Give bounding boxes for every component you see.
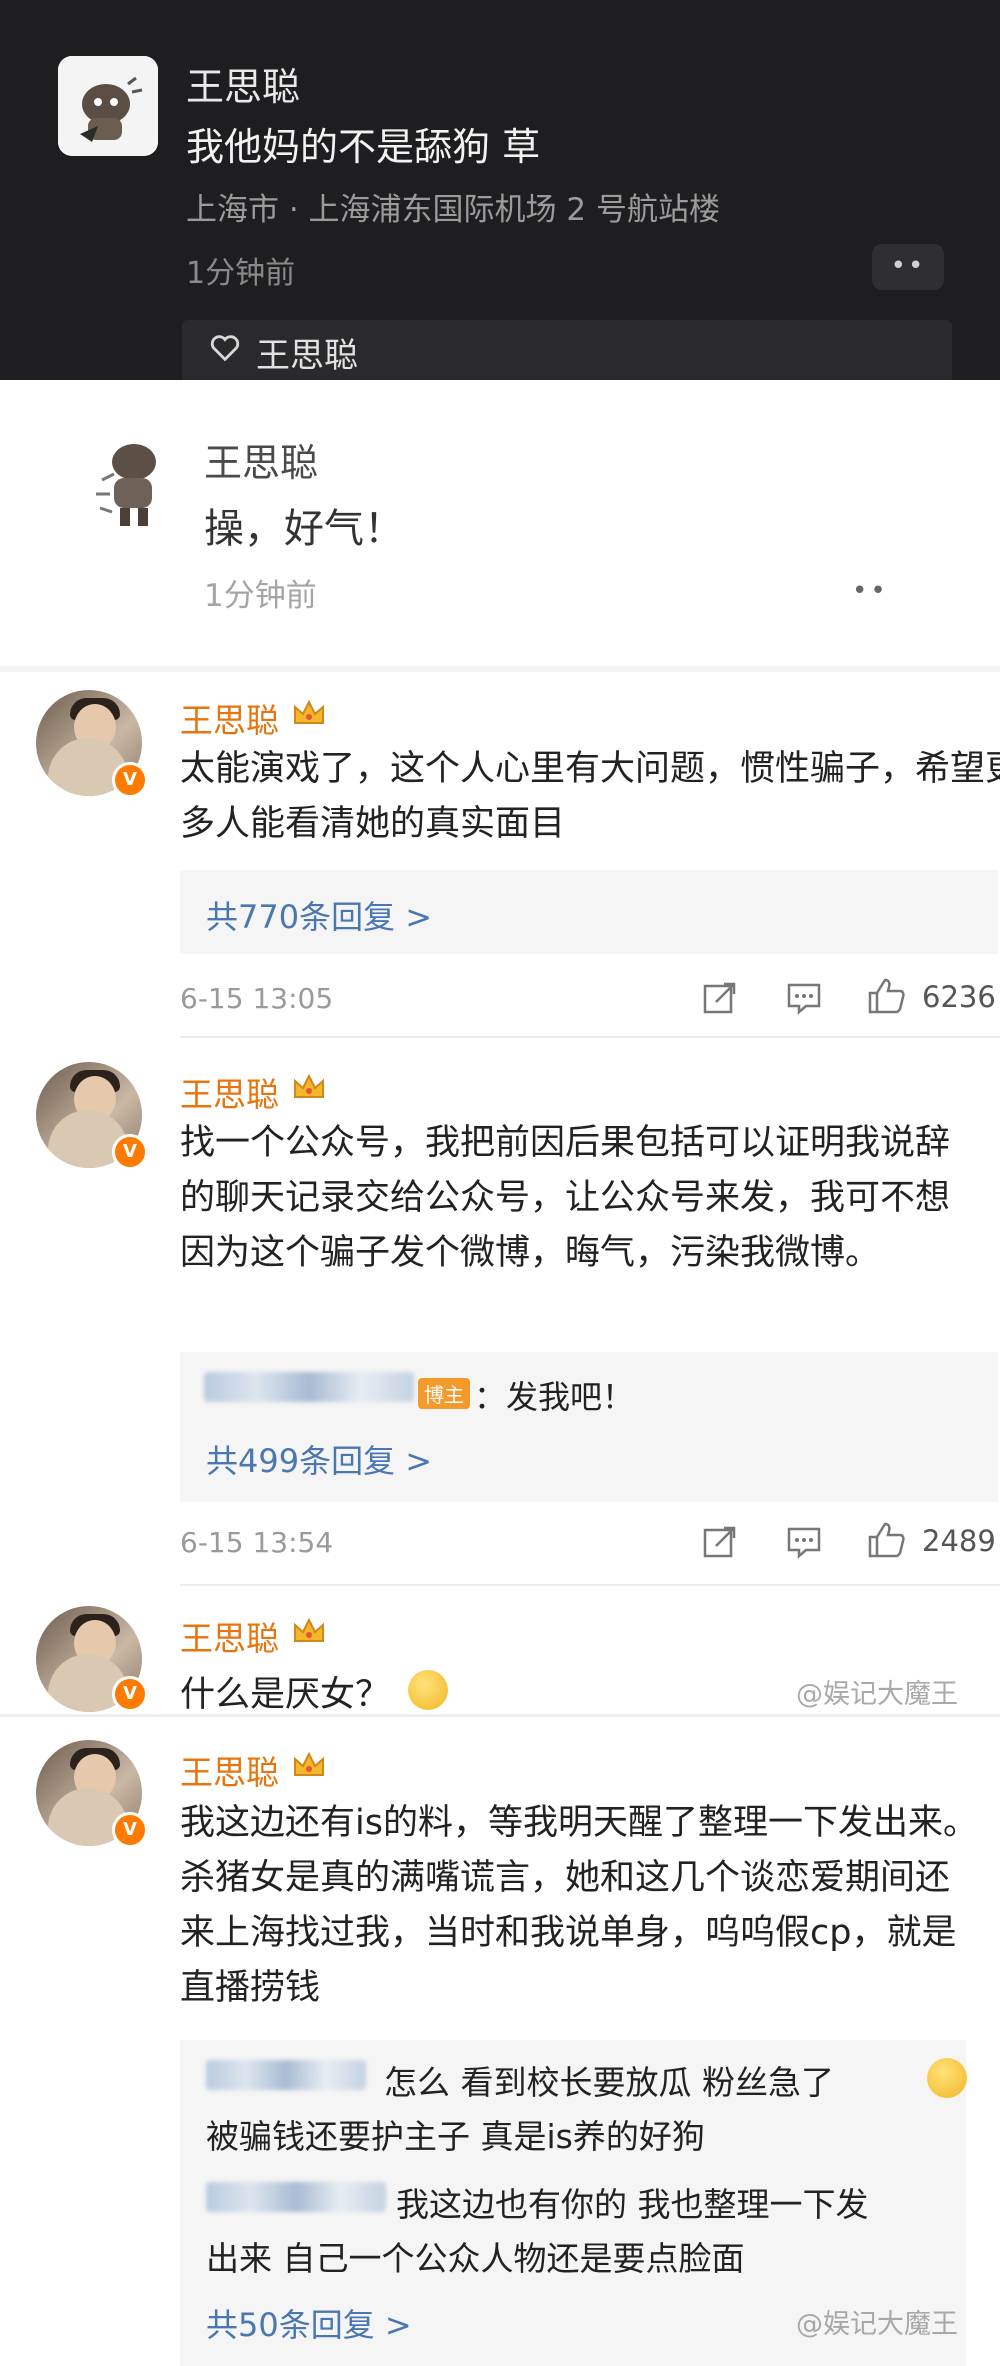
- thinking-emoji-icon: [408, 1670, 448, 1710]
- thumbs-up-icon[interactable]: [866, 976, 906, 1016]
- blurred-username: [206, 2060, 366, 2094]
- comment-icon[interactable]: [784, 1522, 824, 1562]
- comment-text: 我这边还有is的料，等我明天醒了整理一下发出来。杀猪女是真的满嘴谎言，她和这几个…: [180, 1803, 978, 2008]
- comment-icon[interactable]: [784, 978, 824, 1018]
- comment-text: 太能演戏了，这个人心里有大问题，惯性骗子，希望更多人能看清她的真实面目: [180, 749, 1000, 844]
- comment-time: 6-15 13:05: [180, 982, 334, 1015]
- crown-icon: [294, 1073, 324, 1098]
- commenter-name[interactable]: 王思聪: [180, 1068, 279, 1116]
- crown-icon: [294, 1617, 324, 1642]
- comment-text: 什么是厌女？: [180, 1675, 391, 1715]
- verified-badge-icon: V: [112, 762, 148, 798]
- dark-post-location[interactable]: 上海市 · 上海浦东国际机场 2 号航站楼: [186, 184, 720, 229]
- reply-text: 被骗钱还要护主子 真是is养的好狗: [206, 2117, 705, 2156]
- dark-post-time: 1分钟前: [186, 256, 296, 291]
- thinking-emoji-icon: [927, 2058, 968, 2098]
- heart-icon: [210, 335, 240, 362]
- section-divider: [0, 1714, 1000, 1717]
- more-options-button[interactable]: ••: [852, 576, 889, 606]
- blurred-username: [204, 1372, 414, 1406]
- commenter-name[interactable]: 王思聪: [180, 694, 279, 742]
- section-divider: [0, 666, 1000, 672]
- blurred-username: [206, 2182, 386, 2216]
- view-replies-link[interactable]: 共499条回复 >: [206, 1436, 432, 1482]
- share-icon[interactable]: [700, 1522, 740, 1562]
- view-replies-link[interactable]: 共770条回复 >: [206, 892, 432, 938]
- faded-comment-author[interactable]: 王思聪: [204, 432, 318, 487]
- comment-separator: [180, 1584, 1000, 1586]
- verified-badge-icon: V: [112, 1134, 148, 1170]
- crown-icon: [294, 699, 324, 724]
- faded-comment-text: 操，好气！: [204, 506, 404, 552]
- reply-text: 怎么 看到校长要放瓜 粉丝急了: [384, 2063, 834, 2102]
- share-icon[interactable]: [700, 978, 740, 1018]
- commenter-name[interactable]: 王思聪: [180, 1612, 279, 1660]
- reply-text: 我这边也有你的 我也整理一下发: [396, 2185, 869, 2224]
- dark-post-avatar[interactable]: [58, 56, 158, 156]
- verified-badge-icon: V: [112, 1812, 148, 1848]
- thumbs-up-icon[interactable]: [866, 1520, 906, 1560]
- faded-comment-time: 1分钟前: [204, 578, 317, 614]
- cartoon-avatar-icon[interactable]: [72, 420, 192, 540]
- cartoon-avatar-icon: [58, 56, 158, 156]
- comment-separator: [180, 1036, 1000, 1038]
- watermark-text: @娱记大魔王: [796, 1679, 958, 1710]
- dark-post-author[interactable]: 王思聪: [186, 56, 300, 111]
- watermark-text: @娱记大魔王: [796, 2309, 958, 2340]
- reply-text: 出来 自己一个公众人物还是要点脸面: [206, 2239, 745, 2278]
- comment-time: 6-15 13:54: [180, 1526, 334, 1559]
- like-count: 6236: [922, 980, 996, 1014]
- liker-name[interactable]: 王思聪: [256, 328, 358, 377]
- view-replies-link[interactable]: 共50条回复 >: [206, 2300, 412, 2346]
- like-count: 2489: [922, 1524, 996, 1558]
- dark-post-text: 我他妈的不是舔狗 草: [186, 125, 541, 169]
- comment-text: 找一个公众号，我把前因后果包括可以证明我说辞的聊天记录交给公众号，让公众号来发，…: [180, 1123, 951, 1273]
- host-tag: 博主: [418, 1378, 470, 1409]
- more-options-button[interactable]: ••: [872, 244, 944, 290]
- verified-badge-icon: V: [112, 1676, 148, 1712]
- host-reply-text: ：发我吧！: [474, 1378, 635, 1416]
- crown-icon: [294, 1751, 324, 1776]
- commenter-name[interactable]: 王思聪: [180, 1746, 279, 1794]
